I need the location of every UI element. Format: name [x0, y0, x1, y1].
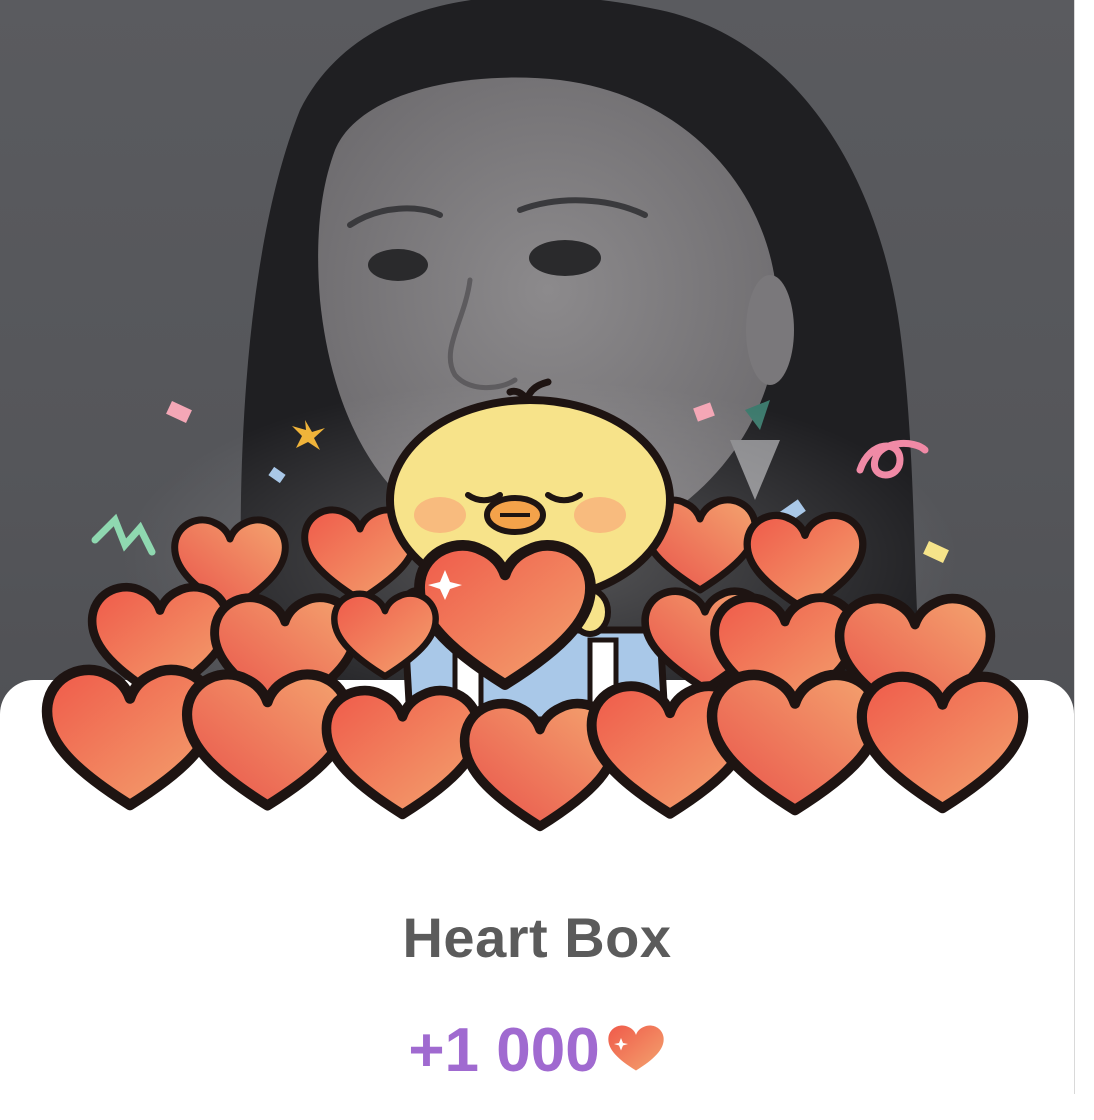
scrollbar-track: [1074, 0, 1094, 1094]
heart-box-sticker: [0, 378, 1074, 860]
heart-icon: [608, 1024, 664, 1070]
reward-amount: +1 000: [408, 1016, 600, 1085]
reward-amount-row: +1 000: [0, 1015, 1074, 1086]
reward-title: Heart Box: [402, 906, 672, 969]
